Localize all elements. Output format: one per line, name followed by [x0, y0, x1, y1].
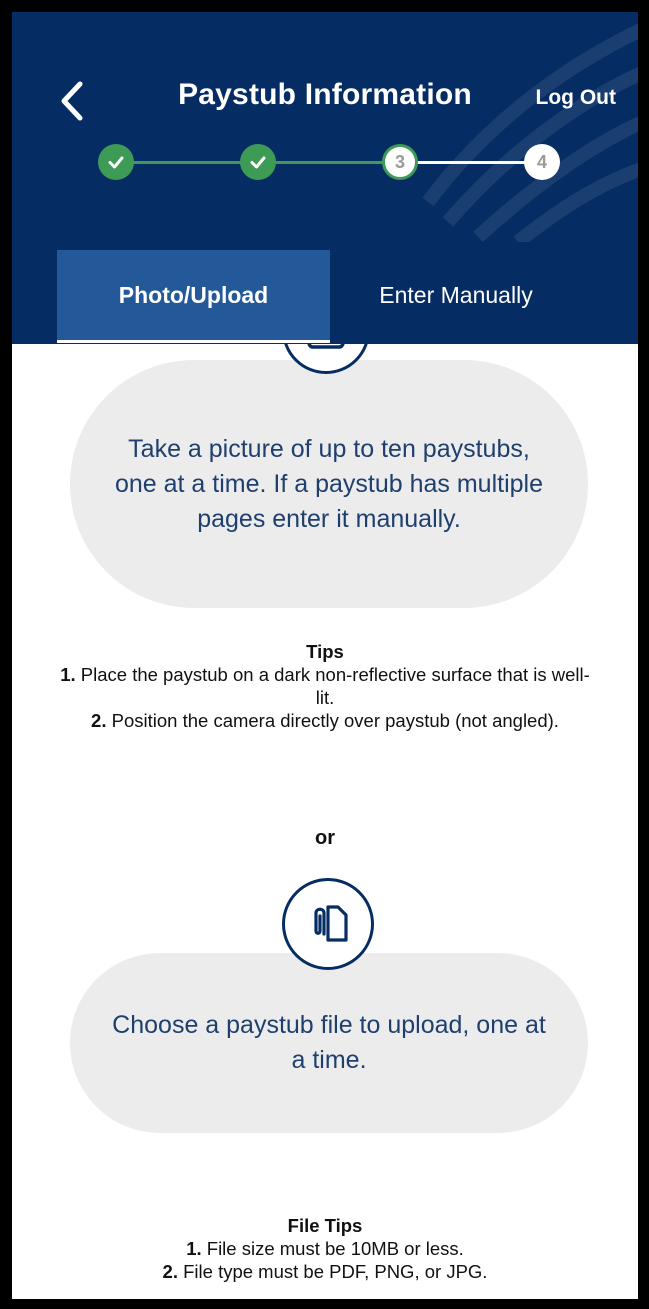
step-3-current: 3 [382, 144, 418, 180]
tip-text: Position the camera directly over paystu… [111, 710, 559, 731]
tab-photo-upload[interactable]: Photo/Upload [57, 250, 330, 340]
step-4-pending: 4 [524, 144, 560, 180]
tip-number: 1. [60, 664, 76, 685]
main-content: Take a picture of up to ten paystubs, on… [12, 344, 638, 1299]
eagle-watermark-icon [422, 23, 638, 242]
step-connector-2 [258, 161, 400, 164]
step-4-label: 4 [536, 151, 547, 172]
step-3-label: 3 [394, 151, 405, 172]
tip-item: 2. Position the camera directly over pay… [52, 709, 598, 732]
app-frame: Paystub Information Log Out 3 4 Photo/Up… [12, 12, 638, 1299]
tip-text: Place the paystub on a dark non-reflecti… [80, 664, 590, 708]
upload-icon-circle[interactable] [282, 878, 374, 970]
tips-section: Tips 1. Place the paystub on a dark non-… [52, 640, 598, 732]
take-picture-button[interactable]: Take a picture of up to ten paystubs, on… [70, 360, 588, 608]
tab-bar: Photo/Upload Enter Manually [12, 250, 638, 344]
camera-icon [307, 344, 345, 349]
tab-enter-manually[interactable]: Enter Manually [330, 250, 582, 340]
file-tip-item: 2. File type must be PDF, PNG, or JPG. [52, 1260, 598, 1283]
tips-heading: Tips [306, 641, 344, 662]
step-connector-3 [400, 161, 542, 164]
take-picture-text: Take a picture of up to ten paystubs, on… [114, 434, 543, 533]
header: Paystub Information Log Out 3 4 [12, 12, 638, 250]
file-tips-section: File Tips 1. File size must be 10MB or l… [52, 1214, 598, 1283]
check-icon [250, 156, 266, 169]
progress-stepper: 3 4 [12, 142, 638, 186]
paperclip-file-icon [314, 905, 348, 942]
step-2-complete [240, 144, 276, 180]
file-tip-item: 1. File size must be 10MB or less. [52, 1237, 598, 1260]
check-icon [108, 156, 124, 169]
camera-icon-circle[interactable] [282, 344, 370, 374]
tip-number: 2. [91, 710, 107, 731]
step-1-complete [98, 144, 134, 180]
file-tip-number: 1. [186, 1238, 202, 1259]
active-tab-indicator [57, 340, 330, 343]
or-divider: or [315, 827, 335, 849]
upload-file-button[interactable]: Choose a paystub file to upload, one at … [70, 953, 588, 1133]
file-tip-text: File type must be PDF, PNG, or JPG. [183, 1261, 488, 1282]
file-tip-number: 2. [162, 1261, 178, 1282]
file-tip-text: File size must be 10MB or less. [206, 1238, 464, 1259]
file-tips-heading: File Tips [287, 1215, 363, 1236]
tip-item: 1. Place the paystub on a dark non-refle… [52, 663, 598, 709]
upload-file-text: Choose a paystub file to upload, one at … [112, 1011, 546, 1074]
logout-button[interactable]: Log Out [536, 86, 616, 110]
step-connector-1 [116, 161, 258, 164]
